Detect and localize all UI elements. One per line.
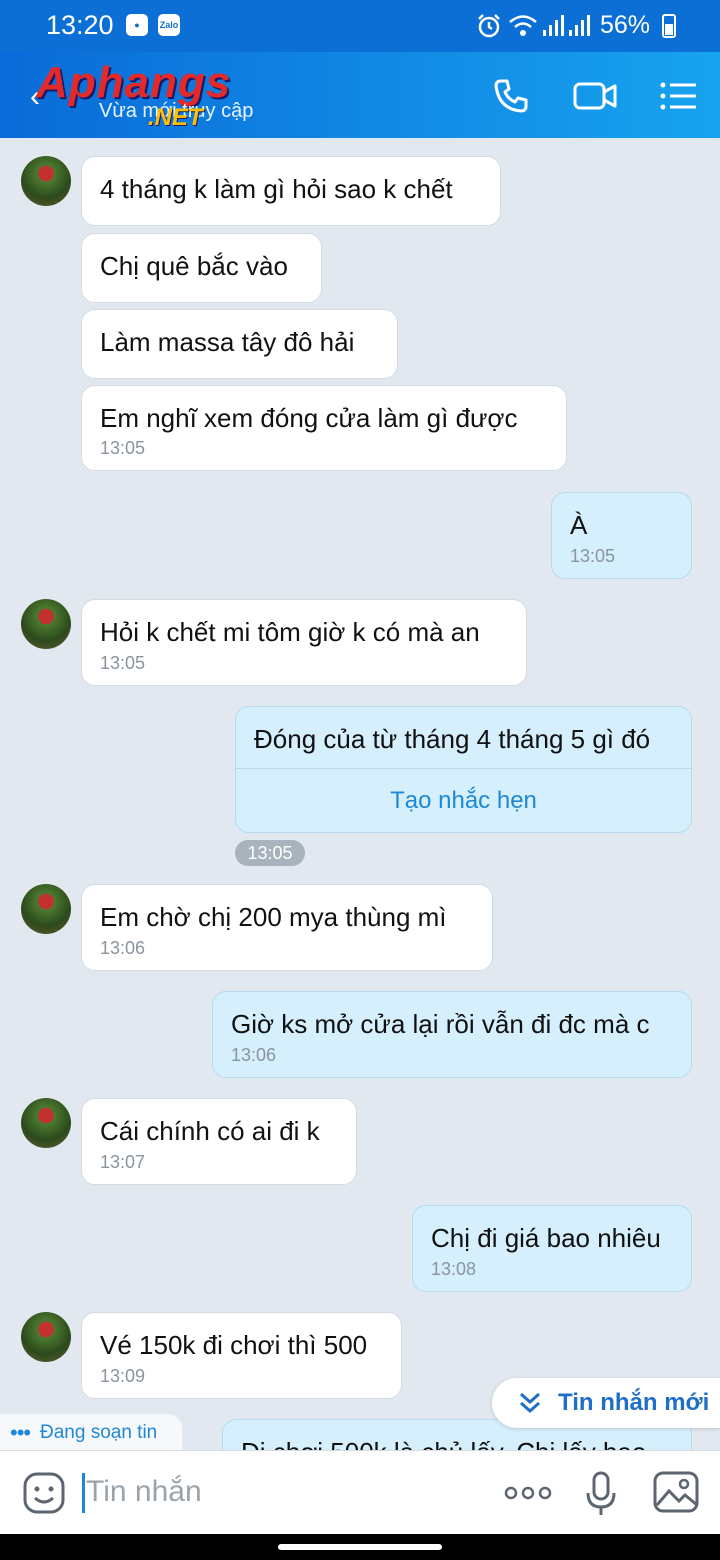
mic-icon[interactable] bbox=[585, 1471, 617, 1517]
message-bubble-incoming[interactable]: Em nghĩ xem đóng cửa làm gì được 13:05 bbox=[81, 385, 567, 471]
message-text: Đóng của từ tháng 4 tháng 5 gì đó bbox=[254, 724, 651, 754]
message-bubble-outgoing[interactable]: À 13:05 bbox=[551, 492, 692, 579]
emoji-icon[interactable] bbox=[22, 1471, 66, 1515]
typing-dots-icon: ••• bbox=[10, 1420, 31, 1445]
create-reminder-button[interactable]: Tạo nhắc hẹn bbox=[236, 787, 691, 815]
message-text: Em chờ chị 200 mya thùng mì bbox=[100, 902, 447, 932]
contact-avatar[interactable] bbox=[21, 1312, 71, 1362]
menu-icon[interactable] bbox=[658, 76, 698, 116]
divider bbox=[236, 768, 691, 769]
typing-indicator: ••• Đang soạn tin bbox=[0, 1414, 182, 1452]
message-time: 13:06 bbox=[231, 1045, 277, 1065]
contact-avatar[interactable] bbox=[21, 156, 71, 206]
text-cursor bbox=[82, 1473, 85, 1513]
message-text: Chị đi giá bao nhiêu bbox=[431, 1223, 661, 1253]
watermark-logo-sub: .NET bbox=[148, 104, 203, 131]
signal-icon bbox=[543, 15, 590, 36]
more-icon[interactable] bbox=[503, 1485, 553, 1501]
message-time: 13:08 bbox=[431, 1259, 477, 1279]
message-text: Hỏi k chết mi tôm giờ k có mà an bbox=[100, 617, 480, 647]
message-time: 13:09 bbox=[100, 1366, 146, 1386]
message-text: Vé 150k đi chơi thì 500 bbox=[100, 1330, 368, 1360]
double-chevron-down-icon bbox=[520, 1392, 540, 1414]
message-bubble-outgoing[interactable]: Đóng của từ tháng 4 tháng 5 gì đó Tạo nh… bbox=[235, 706, 692, 833]
video-call-icon[interactable] bbox=[572, 76, 618, 116]
message-time: 13:05 bbox=[100, 653, 146, 673]
message-text: À bbox=[570, 510, 588, 540]
message-text: Em nghĩ xem đóng cửa làm gì được bbox=[100, 403, 518, 433]
notification-icon: ● bbox=[126, 14, 148, 36]
phone-icon[interactable] bbox=[491, 76, 531, 116]
message-time: 13:07 bbox=[100, 1152, 146, 1172]
message-input[interactable]: Tin nhắn bbox=[86, 1475, 202, 1509]
message-text: Đi chơi 500k là chủ lấy. Chị lấy bao bbox=[241, 1437, 646, 1450]
status-time: 13:20 bbox=[46, 10, 114, 40]
image-icon[interactable] bbox=[653, 1471, 699, 1513]
contact-avatar[interactable] bbox=[21, 884, 71, 934]
contact-avatar[interactable] bbox=[21, 1098, 71, 1148]
message-time: 13:06 bbox=[100, 938, 146, 958]
message-bubble-incoming[interactable]: Vé 150k đi chơi thì 500 13:09 bbox=[81, 1312, 402, 1399]
message-bubble-incoming[interactable]: Cái chính có ai đi k 13:07 bbox=[81, 1098, 357, 1185]
battery-level: 56% bbox=[599, 11, 650, 39]
message-text: Làm massa tây đô hải bbox=[100, 327, 355, 357]
message-bubble-incoming[interactable]: Chị quê bắc vào bbox=[81, 233, 322, 303]
new-messages-label: Tin nhắn mới bbox=[558, 1389, 710, 1416]
message-time-pill: 13:05 bbox=[235, 840, 305, 866]
new-messages-button[interactable]: Tin nhắn mới bbox=[492, 1378, 720, 1428]
chat-header: ‹ Aphangs Vừa mới truy cập .NET bbox=[0, 52, 720, 138]
message-bubble-incoming[interactable]: Em chờ chị 200 mya thùng mì 13:06 bbox=[81, 884, 493, 971]
home-handle[interactable] bbox=[278, 1544, 442, 1550]
message-text: 4 tháng k làm gì hỏi sao k chết bbox=[100, 174, 453, 204]
message-bubble-outgoing[interactable]: Giờ ks mở cửa lại rồi vẫn đi đc mà c 13:… bbox=[212, 991, 692, 1078]
message-list[interactable]: 4 tháng k làm gì hỏi sao k chết Chị quê … bbox=[0, 138, 720, 1450]
wifi-icon bbox=[509, 15, 537, 36]
typing-text: Đang soạn tin bbox=[40, 1422, 158, 1443]
message-input-bar: Tin nhắn bbox=[0, 1450, 720, 1534]
message-text: Giờ ks mở cửa lại rồi vẫn đi đc mà c bbox=[231, 1009, 650, 1039]
message-bubble-incoming[interactable]: Hỏi k chết mi tôm giờ k có mà an 13:05 bbox=[81, 599, 527, 686]
message-bubble-outgoing[interactable]: Chị đi giá bao nhiêu 13:08 bbox=[412, 1205, 692, 1292]
contact-avatar[interactable] bbox=[21, 599, 71, 649]
status-bar: 13:20 ● Zalo 56% bbox=[0, 0, 720, 52]
message-time: 13:05 bbox=[100, 438, 146, 458]
message-text: Chị quê bắc vào bbox=[100, 251, 288, 281]
battery-icon bbox=[662, 14, 676, 38]
message-bubble-incoming[interactable]: 4 tháng k làm gì hỏi sao k chết bbox=[81, 156, 501, 226]
alarm-icon bbox=[478, 14, 500, 38]
message-bubble-incoming[interactable]: Làm massa tây đô hải bbox=[81, 309, 398, 379]
message-text: Cái chính có ai đi k bbox=[100, 1116, 320, 1146]
message-time: 13:05 bbox=[570, 546, 616, 566]
system-nav-bar bbox=[0, 1534, 720, 1560]
zalo-notification-icon: Zalo bbox=[158, 14, 180, 36]
